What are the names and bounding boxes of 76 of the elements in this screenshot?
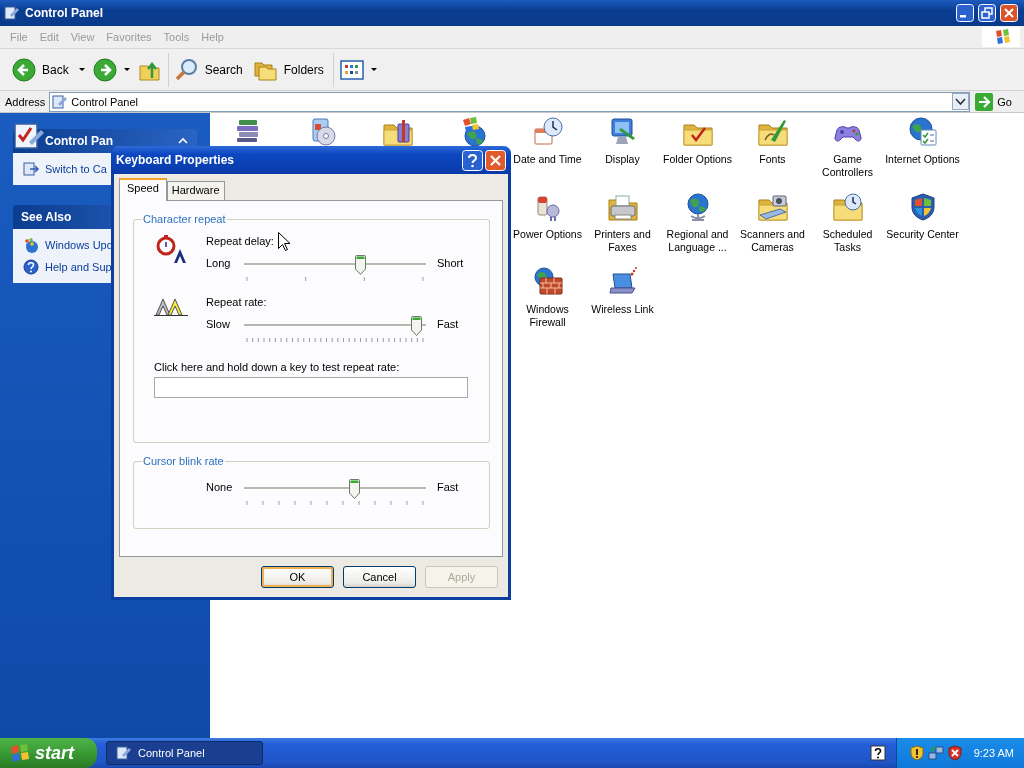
pointer-icon xyxy=(278,232,290,251)
slider-min-label: Slow xyxy=(206,318,231,330)
help-button[interactable] xyxy=(462,149,483,171)
shield-warning-icon[interactable] xyxy=(908,745,925,761)
taskbar-button[interactable]: Control Panel xyxy=(106,741,263,765)
control-panel-icon xyxy=(116,745,132,761)
folders-button[interactable]: Folders xyxy=(249,54,331,85)
applet-shortcut[interactable]: Windows Firewall xyxy=(510,266,585,341)
dropdown-button[interactable] xyxy=(952,93,970,110)
test-input-field[interactable] xyxy=(154,377,468,398)
dialog-button[interactable]: Cancel xyxy=(343,566,416,588)
address-label: Address xyxy=(4,95,47,108)
right-arrow-icon xyxy=(975,92,994,111)
close-button[interactable] xyxy=(485,149,506,171)
slider-label: Repeat rate: xyxy=(206,296,267,310)
applet-shortcut[interactable]: Scanners and Cameras xyxy=(735,191,810,266)
clock-folder-icon xyxy=(831,191,864,223)
stopwatch-icon xyxy=(154,233,186,265)
control-panel-icon xyxy=(52,93,69,110)
slider-thumb[interactable] xyxy=(354,255,366,275)
applet-shortcut[interactable]: Internet Options xyxy=(885,116,960,191)
slider-min-label: None xyxy=(206,481,234,493)
dialog-button[interactable]: OK xyxy=(261,566,334,588)
search-button[interactable]: Search xyxy=(170,54,250,85)
applet-shortcut[interactable]: Printers and Faxes xyxy=(585,191,660,266)
checklist-icon xyxy=(13,120,45,152)
applet-shortcut[interactable]: Display xyxy=(585,116,660,191)
applet-shortcut[interactable]: Folder Options xyxy=(660,116,735,191)
slider-max-label: Short xyxy=(437,257,464,269)
globe-brick-wall-icon xyxy=(531,266,564,298)
applet-shortcut[interactable]: Date and Time xyxy=(510,116,585,191)
applet-shortcut[interactable]: Fonts xyxy=(735,116,810,191)
clock: 9:23 AM xyxy=(973,747,1014,759)
applet-shortcut[interactable]: Scheduled Tasks xyxy=(810,191,885,266)
slider-thumb[interactable] xyxy=(349,479,361,499)
slider-max-label: Fast xyxy=(437,318,459,330)
help-icon[interactable] xyxy=(869,745,886,761)
applet-shortcut[interactable]: Security Center xyxy=(885,191,960,266)
slider-thumb[interactable] xyxy=(411,316,422,336)
caret-icon xyxy=(123,67,130,72)
windows-flag-logo xyxy=(982,27,1020,47)
applet-shortcut[interactable]: Wireless Link xyxy=(585,266,660,341)
applet-shortcut[interactable]: Game Controllers xyxy=(810,116,885,191)
dialog-title-bar: Keyboard Properties xyxy=(111,146,511,174)
back-button[interactable]: Back xyxy=(8,54,89,85)
control-panel-icon xyxy=(4,5,20,21)
tab[interactable]: Hardware xyxy=(166,181,225,200)
window-title: Control Panel xyxy=(25,6,104,20)
start-button[interactable]: start xyxy=(0,738,97,768)
restore-button[interactable] xyxy=(978,4,996,22)
group-title: Cursor blink rate xyxy=(142,455,225,467)
globe-flag-icon xyxy=(23,237,39,253)
field-label: Click here and hold down a key to test repeat rate: xyxy=(154,361,401,373)
caret-icon xyxy=(370,67,377,72)
view-grid-icon xyxy=(339,57,364,82)
double-triangle-icon xyxy=(154,296,188,316)
close-button[interactable] xyxy=(1000,4,1018,22)
applet-shortcut[interactable]: Power Options xyxy=(510,191,585,266)
applet-shortcut[interactable]: Regional and Language ... xyxy=(660,191,735,266)
globe-checklist-icon xyxy=(906,116,939,148)
go-button[interactable]: Go xyxy=(970,92,1024,111)
clock-calendar-icon xyxy=(531,116,564,148)
caret-icon xyxy=(78,67,85,72)
task-link[interactable]: Help and Sup xyxy=(23,259,187,275)
minimize-button[interactable] xyxy=(956,4,974,22)
slider-min-label: Long xyxy=(206,257,232,269)
help-icon xyxy=(23,259,39,275)
tab[interactable]: Speed xyxy=(119,178,167,201)
switch-view-icon xyxy=(23,161,39,177)
windows-flag-icon xyxy=(9,743,29,763)
search-icon xyxy=(174,57,199,82)
slider-label: Repeat delay: xyxy=(206,235,274,249)
shield-error-icon[interactable] xyxy=(946,745,963,761)
slider-max-label: Fast xyxy=(437,481,459,493)
address-field[interactable]: Control Panel xyxy=(49,91,971,112)
chevron-up-icon[interactable] xyxy=(178,137,188,145)
